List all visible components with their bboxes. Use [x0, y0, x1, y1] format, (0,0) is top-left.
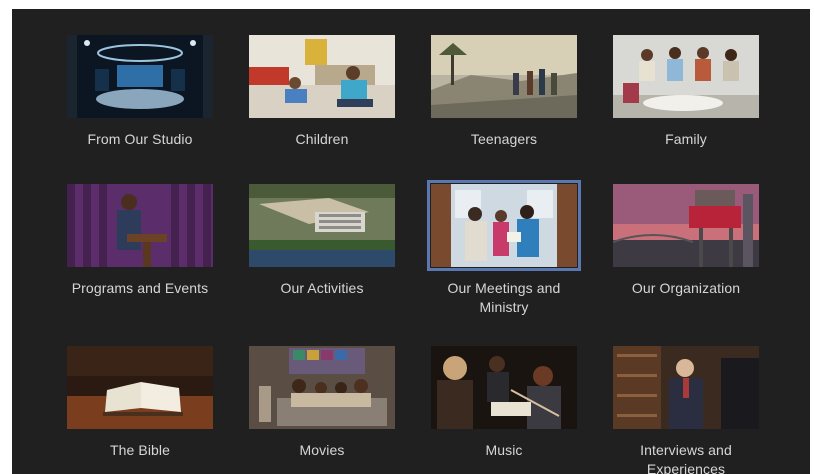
bible-thumbnail — [67, 346, 213, 429]
organization-thumbnail — [613, 184, 759, 267]
category-label: Family — [665, 131, 707, 147]
interviews-thumbnail — [613, 346, 759, 429]
category-tile-interviews-and-experiences[interactable]: Interviews and Experiences — [613, 346, 759, 474]
category-tile-our-organization[interactable]: Our Organization — [613, 184, 759, 298]
category-tile-music[interactable]: Music — [431, 346, 577, 460]
category-grid-screen: From Our Studio Children Teenagers Famil… — [12, 9, 810, 474]
music-thumbnail — [431, 346, 577, 429]
category-tile-our-meetings-and-ministry[interactable]: Our Meetings and Ministry — [427, 180, 581, 317]
category-tile-family[interactable]: Family — [613, 35, 759, 149]
activities-thumbnail — [249, 184, 395, 267]
category-label: The Bible — [109, 442, 171, 458]
category-tile-movies[interactable]: Movies — [249, 346, 395, 460]
meetings-thumbnail — [427, 180, 581, 271]
category-tile-teenagers[interactable]: Teenagers — [431, 35, 577, 149]
category-tile-our-activities[interactable]: Our Activities — [249, 184, 395, 298]
category-label: Our Activities — [280, 280, 364, 296]
category-label: Our Organization — [631, 280, 741, 296]
category-label: Music — [485, 442, 523, 458]
category-tile-programs-and-events[interactable]: Programs and Events — [67, 184, 213, 298]
category-tile-from-our-studio[interactable]: From Our Studio — [67, 35, 213, 149]
category-label: From Our Studio — [87, 131, 193, 147]
programs-thumbnail — [67, 184, 213, 267]
category-label: Programs and Events — [71, 280, 209, 296]
movies-thumbnail — [249, 346, 395, 429]
category-tile-the-bible[interactable]: The Bible — [67, 346, 213, 460]
category-label: Children — [295, 131, 349, 147]
category-label: Interviews and Experiences — [640, 442, 732, 474]
children-thumbnail — [249, 35, 395, 118]
category-label: Movies — [299, 442, 345, 458]
category-tile-children[interactable]: Children — [249, 35, 395, 149]
category-label: Our Meetings and Ministry — [447, 280, 561, 315]
teenagers-thumbnail — [431, 35, 577, 118]
family-thumbnail — [613, 35, 759, 118]
category-label: Teenagers — [470, 131, 538, 147]
studio-thumbnail — [67, 35, 213, 118]
